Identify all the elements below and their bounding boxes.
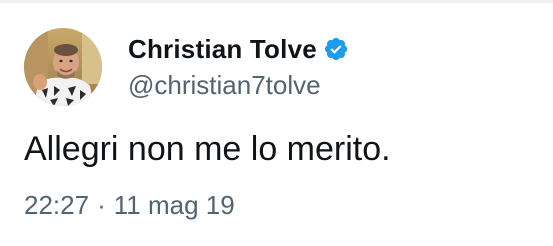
avatar-photo (24, 28, 102, 106)
author-info: Christian Tolve @christian7tolve (128, 32, 349, 101)
tweet-timestamp[interactable]: 22:27 · 11 mag 19 (24, 190, 235, 221)
meta-separator: · (97, 190, 106, 220)
author-handle[interactable]: @christian7tolve (128, 70, 349, 101)
author-display-name[interactable]: Christian Tolve (128, 34, 317, 65)
tweet-card: Christian Tolve @christian7tolve Allegri… (0, 0, 553, 246)
avatar[interactable] (24, 28, 102, 106)
tweet-time: 22:27 (24, 190, 90, 220)
tweet-text: Allegri non me lo merito. (24, 130, 391, 168)
name-row: Christian Tolve (128, 32, 349, 66)
tweet-date: 11 mag 19 (113, 190, 235, 220)
verified-badge-icon[interactable] (323, 36, 349, 62)
